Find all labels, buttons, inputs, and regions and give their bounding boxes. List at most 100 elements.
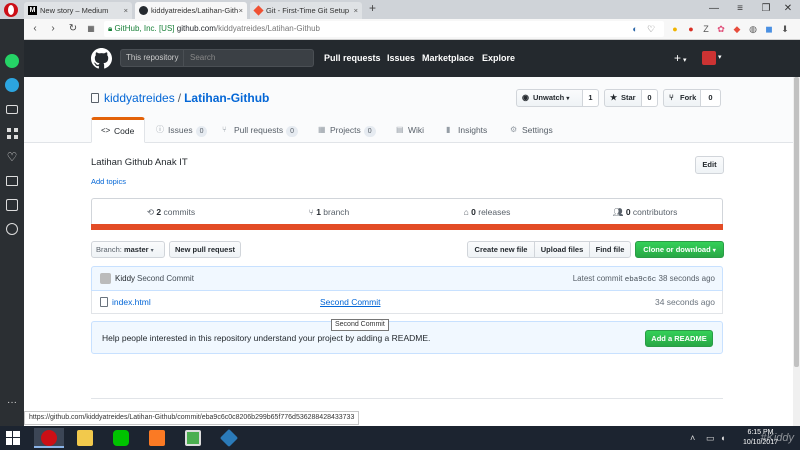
branches-link[interactable]: ⑂ 1 branch bbox=[250, 199, 408, 223]
create-new-file-button[interactable]: Create new file bbox=[467, 241, 535, 258]
url-field[interactable]: 🔒︎ GitHub, Inc. [US] github.com/kiddyatr… bbox=[104, 21, 664, 37]
table-row: index.html Second Commit 34 seconds ago bbox=[91, 291, 723, 314]
clock-icon[interactable] bbox=[4, 221, 20, 237]
fork-button[interactable]: ⑂ Fork bbox=[663, 89, 701, 107]
browser-tab-github[interactable]: kiddyatreides/Latihan-Gith × bbox=[135, 2, 247, 19]
tab-insights[interactable]: ▮ Insights bbox=[446, 117, 487, 143]
nav-explore[interactable]: Explore bbox=[482, 53, 515, 63]
back-icon[interactable]: ‹ bbox=[28, 21, 42, 37]
tray-network-icon[interactable]: ▭ bbox=[706, 433, 715, 444]
latest-commit-info: Latest commit eba9c6c 38 seconds ago bbox=[573, 274, 715, 284]
page-scrollbar[interactable] bbox=[793, 77, 800, 426]
new-menu-button[interactable]: + ▾ bbox=[674, 51, 687, 65]
contributors-link[interactable]: 👥︎ 0 contributors bbox=[566, 199, 724, 223]
whatsapp-icon[interactable] bbox=[4, 53, 20, 69]
extension-red-icon[interactable]: ◆ bbox=[732, 23, 742, 35]
star-button[interactable]: ★ Star bbox=[604, 89, 642, 107]
history-icon[interactable] bbox=[4, 197, 20, 213]
new-tab-button[interactable]: + bbox=[369, 1, 376, 15]
clone-or-download-button[interactable]: Clone or download ▾ bbox=[635, 241, 724, 258]
close-tab-icon[interactable]: × bbox=[124, 2, 128, 19]
avatar[interactable] bbox=[100, 273, 111, 284]
minimize-icon[interactable]: — bbox=[704, 1, 724, 17]
apps-grid-icon[interactable] bbox=[4, 125, 20, 141]
globe-icon[interactable]: ◍ bbox=[748, 23, 758, 35]
nav-issues[interactable]: Issues bbox=[387, 53, 415, 63]
file-name-link[interactable]: index.html bbox=[112, 297, 151, 307]
edit-description-button[interactable]: Edit bbox=[695, 156, 724, 174]
more-icon[interactable]: ··· bbox=[4, 395, 20, 411]
branches-label: branch bbox=[323, 207, 350, 217]
windows-start-icon[interactable] bbox=[6, 431, 20, 445]
star-count[interactable]: 0 bbox=[642, 89, 658, 107]
taskbar-opera-icon[interactable] bbox=[34, 428, 64, 448]
avatar[interactable] bbox=[702, 51, 716, 65]
speed-dial-icon[interactable]: ▦ bbox=[84, 21, 98, 37]
unwatch-button[interactable]: ◉ Unwatch ▾ bbox=[516, 89, 583, 107]
taskbar-task-manager-icon[interactable] bbox=[178, 428, 208, 448]
telegram-icon[interactable] bbox=[4, 77, 20, 93]
close-tab-icon[interactable]: × bbox=[354, 2, 358, 19]
repo-owner-link[interactable]: kiddyatreides bbox=[104, 91, 175, 105]
add-topics-link[interactable]: Add topics bbox=[91, 177, 126, 186]
language-bar[interactable] bbox=[91, 224, 723, 230]
commits-link[interactable]: ⟲ 2 commits bbox=[92, 199, 250, 223]
nav-pull-requests[interactable]: Pull requests bbox=[324, 53, 381, 63]
commit-sha-link[interactable]: eba9c6c bbox=[625, 276, 657, 284]
tab-pull-requests[interactable]: ⑂ Pull requests 0 bbox=[222, 117, 299, 143]
commit-author-link[interactable]: Kiddy bbox=[115, 274, 135, 283]
taskbar-git-icon[interactable] bbox=[214, 428, 244, 448]
file-commit-link[interactable]: Second Commit bbox=[320, 297, 380, 307]
tab-issues[interactable]: ⓘ Issues 0 bbox=[156, 117, 208, 143]
taskbar-file-explorer-icon[interactable] bbox=[70, 428, 100, 448]
repo-name-link[interactable]: Latihan-Github bbox=[184, 91, 269, 105]
chevron-down-icon[interactable]: ▾ bbox=[718, 53, 722, 61]
add-readme-button[interactable]: Add a README bbox=[645, 330, 713, 347]
commit-message-link[interactable]: Second Commit bbox=[137, 274, 194, 283]
lightbulb-icon[interactable]: ● bbox=[670, 23, 680, 35]
branch-name: master bbox=[123, 245, 149, 254]
close-window-icon[interactable]: ✕ bbox=[778, 1, 798, 17]
tab-settings[interactable]: ⚙ Settings bbox=[510, 117, 553, 143]
chevron-down-icon: ▾ bbox=[712, 248, 716, 254]
branch-select-button[interactable]: Branch: master ▾ bbox=[91, 241, 165, 258]
tray-volume-icon[interactable]: ◖ bbox=[720, 433, 725, 443]
download-icon[interactable]: ⬇ bbox=[780, 23, 790, 35]
readme-prompt-box: Help people interested in this repositor… bbox=[91, 321, 723, 354]
scrollbar-thumb[interactable] bbox=[794, 77, 799, 367]
chevron-down-icon: ▾ bbox=[683, 57, 687, 64]
color-picker-icon[interactable]: ✿ bbox=[716, 23, 726, 35]
vpn-icon[interactable]: ◐ bbox=[630, 23, 640, 35]
find-file-button[interactable]: Find file bbox=[589, 241, 631, 258]
taskbar-line-icon[interactable] bbox=[106, 428, 136, 448]
search-input[interactable]: Search bbox=[184, 49, 314, 67]
heart-icon[interactable]: ♡ bbox=[4, 149, 20, 165]
camera-icon[interactable] bbox=[4, 101, 20, 117]
reload-icon[interactable]: ↻ bbox=[66, 21, 80, 37]
tab-projects[interactable]: ▦ Projects 0 bbox=[318, 117, 376, 143]
opera-menu-button[interactable] bbox=[4, 3, 18, 17]
tray-chevron-up-icon[interactable]: ˄ bbox=[690, 433, 695, 443]
nav-marketplace[interactable]: Marketplace bbox=[422, 53, 474, 63]
pinterest-icon[interactable]: ● bbox=[686, 23, 696, 35]
close-tab-icon[interactable]: × bbox=[239, 2, 243, 19]
browser-tab-git[interactable]: Git - First-Time Git Setup × bbox=[250, 2, 362, 19]
screenshot-icon[interactable]: ◼ bbox=[764, 23, 774, 35]
bookmark-heart-icon[interactable]: ♡ bbox=[646, 23, 656, 35]
fork-count[interactable]: 0 bbox=[701, 89, 721, 107]
taskbar-xampp-icon[interactable] bbox=[142, 428, 172, 448]
news-icon[interactable] bbox=[4, 173, 20, 189]
releases-link[interactable]: ⌂ 0 releases bbox=[408, 199, 566, 223]
browser-tab-medium[interactable]: M New story – Medium × bbox=[24, 2, 132, 19]
forward-icon[interactable]: › bbox=[46, 21, 60, 37]
restore-icon[interactable]: ❐ bbox=[756, 1, 776, 17]
github-logo-icon[interactable] bbox=[91, 48, 112, 69]
watch-count[interactable]: 1 bbox=[583, 89, 599, 107]
tab-label: Code bbox=[114, 126, 135, 136]
upload-files-button[interactable]: Upload files bbox=[534, 241, 590, 258]
tab-menu-icon[interactable]: ≡ bbox=[730, 1, 750, 17]
grammar-icon[interactable]: Z bbox=[701, 23, 711, 35]
new-pull-request-button[interactable]: New pull request bbox=[169, 241, 241, 258]
tab-code[interactable]: <> Code bbox=[91, 117, 146, 143]
tab-wiki[interactable]: ▤ Wiki bbox=[396, 117, 424, 143]
